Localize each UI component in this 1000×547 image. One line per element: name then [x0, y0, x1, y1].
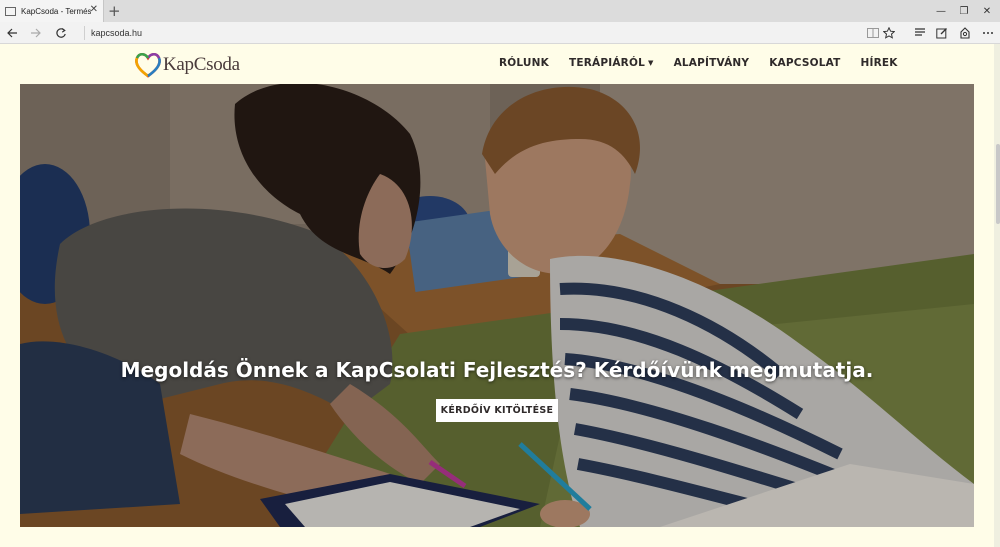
menu-item-terapiarol[interactable]: TERÁPIÁRÓL ▼: [569, 57, 654, 69]
menu-item-label: HÍREK: [860, 57, 898, 69]
more-icon[interactable]: [977, 22, 999, 44]
menu-item-alapitvany[interactable]: ALAPÍTVÁNY: [674, 57, 750, 69]
browser-tab[interactable]: KapCsoda - Természete ✕: [0, 0, 104, 22]
address-bar-row: kapcsoda.hu: [0, 22, 1000, 44]
hub-icon[interactable]: [909, 22, 931, 44]
favorite-star-icon[interactable]: [878, 22, 900, 44]
page-scrollbar[interactable]: [994, 44, 1000, 547]
web-page: KapCsoda RÓLUNK TERÁPIÁRÓL ▼ ALAPÍTVÁNY K…: [0, 44, 1000, 547]
site-logo[interactable]: KapCsoda: [134, 50, 240, 80]
menu-item-kapcsolat[interactable]: KAPCSOLAT: [769, 57, 840, 69]
web-note-icon[interactable]: [931, 22, 953, 44]
hero-title: Megoldás Önnek a KapCsolati Fejlesztés? …: [120, 358, 874, 382]
hero-photo: [20, 84, 974, 527]
menu-item-hirek[interactable]: HÍREK: [861, 57, 898, 69]
close-tab-icon[interactable]: ✕: [90, 4, 98, 16]
close-window-button[interactable]: ✕: [970, 0, 1000, 22]
menu-item-rolunk[interactable]: RÓLUNK: [499, 57, 549, 69]
refresh-icon[interactable]: [49, 22, 73, 44]
forward-arrow-icon[interactable]: [24, 22, 48, 44]
menu-item-label: ALAPÍTVÁNY: [673, 57, 750, 69]
logo-text: KapCsoda: [163, 54, 240, 75]
hero-banner: Megoldás Önnek a KapCsolati Fejlesztés? …: [20, 84, 974, 527]
questionnaire-button[interactable]: KÉRDŐÍV KITÖLTÉSE: [436, 399, 558, 422]
menu-item-label: TERÁPIÁRÓL: [568, 57, 645, 69]
heart-logo-icon: [135, 52, 161, 78]
main-menu: RÓLUNK TERÁPIÁRÓL ▼ ALAPÍTVÁNY KAPCSOLAT …: [499, 57, 918, 69]
caret-down-icon: ▼: [647, 59, 654, 67]
share-icon[interactable]: [954, 22, 976, 44]
back-arrow-icon[interactable]: [0, 22, 24, 44]
page-icon: [5, 6, 16, 16]
tab-title: KapCsoda - Természete: [21, 6, 91, 16]
browser-tab-bar: KapCsoda - Természete ✕ + — ❐ ✕: [0, 0, 1000, 22]
menu-item-label: KAPCSOLAT: [769, 57, 841, 69]
url-field[interactable]: kapcsoda.hu: [84, 26, 854, 40]
menu-item-label: RÓLUNK: [499, 57, 549, 69]
new-tab-button[interactable]: +: [108, 2, 121, 20]
scroll-thumb[interactable]: [996, 144, 1000, 224]
